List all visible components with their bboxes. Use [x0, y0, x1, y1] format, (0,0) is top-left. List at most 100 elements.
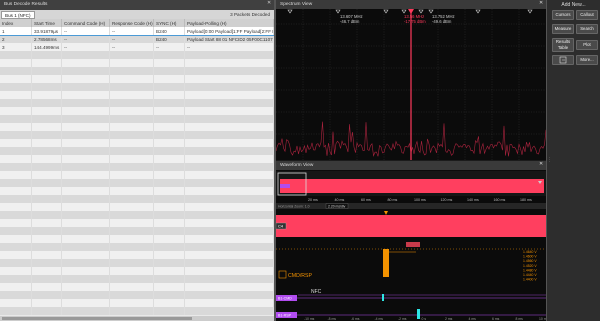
table-row[interactable] [0, 147, 274, 155]
scrollbar-thumb[interactable] [2, 317, 192, 320]
table-cell [0, 115, 32, 123]
search-button[interactable]: Search [576, 24, 598, 34]
waveform-plot[interactable]: 20 ms 40 ms 60 ms 80 ms 100 ms 120 ms 140 ms 16… [276, 170, 546, 321]
column-header-start-time[interactable]: Start Time [32, 19, 62, 27]
table-cell [0, 155, 32, 163]
zoom-tool-button[interactable] [552, 55, 574, 65]
tab-bus-1[interactable]: Bus 1 (NFC) [1, 11, 35, 19]
zoom-icon [559, 56, 567, 64]
table-cell [154, 179, 185, 187]
spectrum-plot[interactable]: 13.607 MHz -46.7 dBm 13.56 MHz -17.75 dB… [276, 9, 546, 160]
table-cell [62, 171, 110, 179]
panel-title: Bus Decode Results [4, 2, 48, 7]
table-row[interactable] [0, 219, 274, 227]
table-row[interactable] [0, 123, 274, 131]
table-row[interactable] [0, 243, 274, 251]
table-row[interactable] [0, 91, 274, 99]
close-icon[interactable]: ✕ [539, 162, 543, 167]
table-cell [0, 91, 32, 99]
table-cell [32, 115, 62, 123]
measure-button[interactable]: Measure [552, 24, 574, 34]
table-cell [32, 171, 62, 179]
table-row[interactable] [0, 179, 274, 187]
table-cell [110, 187, 154, 195]
table-cell [62, 75, 110, 83]
b1-cmd-label: B1-CMD [278, 297, 292, 301]
table-row[interactable] [0, 235, 274, 243]
close-icon[interactable]: ✕ [267, 1, 271, 6]
cursors-button[interactable]: Cursors [552, 10, 574, 20]
table-row[interactable]: 3 144.4999ms -- -- -- -- [0, 43, 274, 51]
table-row[interactable] [0, 155, 274, 163]
column-header-index[interactable]: Index [0, 19, 32, 27]
table-row[interactable] [0, 75, 274, 83]
column-header-command-code[interactable]: Command Code (H) [62, 19, 110, 27]
table-row[interactable] [0, 203, 274, 211]
table-cell [0, 107, 32, 115]
table-cell [0, 147, 32, 155]
table-cell [110, 299, 154, 307]
table-row[interactable]: 1 33.91879µs -- -- B240 Payload[0:00 Payload[… [0, 27, 274, 36]
table-cell: 3 [0, 43, 32, 51]
table-cell [185, 107, 274, 115]
voltage-tick: 1.4480 V [523, 268, 537, 272]
table-row[interactable] [0, 275, 274, 283]
marker-peak-level: -17.75 dBm [404, 19, 426, 24]
table-row[interactable] [0, 187, 274, 195]
table-row[interactable] [0, 307, 274, 315]
table-row[interactable]: 2 2.78568ms -- -- B240 Payload Start 88 01 NF… [0, 35, 274, 43]
close-icon[interactable]: ✕ [539, 1, 543, 6]
table-row[interactable] [0, 251, 274, 259]
table-cell [185, 163, 274, 171]
table-cell [110, 195, 154, 203]
table-row[interactable] [0, 59, 274, 67]
table-row[interactable] [0, 83, 274, 91]
trigger-marker-icon[interactable] [384, 211, 388, 215]
table-row[interactable] [0, 67, 274, 75]
voltage-tick: 1.4400 V [523, 278, 537, 282]
table-cell: -- [185, 43, 274, 51]
table-row[interactable] [0, 267, 274, 275]
table-cell [185, 243, 274, 251]
table-row[interactable] [0, 107, 274, 115]
table-row[interactable] [0, 283, 274, 291]
b1-cmd-packet[interactable] [382, 294, 384, 301]
table-row[interactable] [0, 171, 274, 179]
table-cell [154, 219, 185, 227]
table-cell [185, 267, 274, 275]
table-cell [110, 275, 154, 283]
table-row[interactable] [0, 99, 274, 107]
table-row[interactable] [0, 299, 274, 307]
table-row[interactable] [0, 131, 274, 139]
table-header: Index Start Time Command Code (H) Respon… [0, 19, 274, 27]
results-table-button[interactable]: Results Table [552, 38, 574, 52]
table-row[interactable] [0, 227, 274, 235]
sidebar-resize-handle[interactable]: ⋮ [547, 157, 552, 165]
table-row[interactable] [0, 291, 274, 299]
table-cell [32, 219, 62, 227]
table-cell [110, 283, 154, 291]
table-cell [0, 307, 32, 315]
table-row[interactable] [0, 115, 274, 123]
table-cell [62, 67, 110, 75]
table-row[interactable] [0, 195, 274, 203]
column-header-payload[interactable]: Payload-Polling (H) [185, 19, 274, 27]
column-header-sync[interactable]: SYNC (H) [154, 19, 185, 27]
table-cell [32, 147, 62, 155]
c4-label: C4 [278, 224, 284, 229]
table-cell [154, 83, 185, 91]
column-header-response-code[interactable]: Response Code (H) [110, 19, 154, 27]
table-row[interactable] [0, 259, 274, 267]
table-row[interactable] [0, 139, 274, 147]
table-cell [32, 75, 62, 83]
table-row[interactable] [0, 163, 274, 171]
b1-rsp-packet[interactable] [417, 309, 420, 319]
table-row[interactable] [0, 51, 274, 59]
table-cell [110, 179, 154, 187]
table-row[interactable] [0, 211, 274, 219]
more-button[interactable]: More... [576, 55, 598, 65]
callout-button[interactable]: Callout [576, 10, 598, 20]
plot-button[interactable]: Plot [576, 40, 598, 50]
table-cell: -- [110, 27, 154, 35]
horizontal-scrollbar[interactable] [0, 316, 274, 321]
